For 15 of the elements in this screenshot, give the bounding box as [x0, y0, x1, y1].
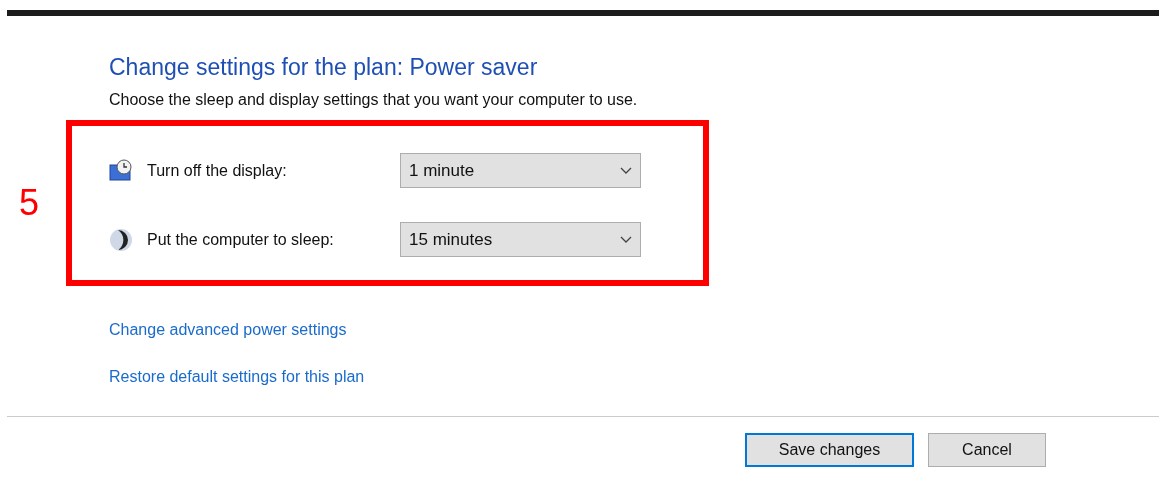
dialog-button[interactable]: Cancel — [928, 433, 1046, 467]
description-text: Choose the sleep and display settings that you want your computer to use. — [109, 90, 639, 110]
setting-label: Put the computer to sleep: — [147, 230, 335, 249]
annotation-number: 5 — [18, 182, 40, 224]
chevron-down-icon — [620, 166, 632, 175]
page-heading: Change settings for the plan: Power saver — [109, 53, 539, 82]
settings-link[interactable]: Restore default settings for this plan — [109, 367, 365, 387]
dropdown[interactable]: 1 minute — [400, 153, 641, 188]
settings-link[interactable]: Change advanced power settings — [109, 320, 347, 340]
monitor-clock-icon — [109, 158, 133, 183]
chevron-down-icon — [620, 235, 632, 244]
dialog-button[interactable]: Save changes — [745, 433, 914, 467]
dropdown[interactable]: 15 minutes — [400, 222, 641, 257]
moon-icon — [109, 227, 133, 252]
setting-label: Turn off the display: — [147, 161, 288, 180]
